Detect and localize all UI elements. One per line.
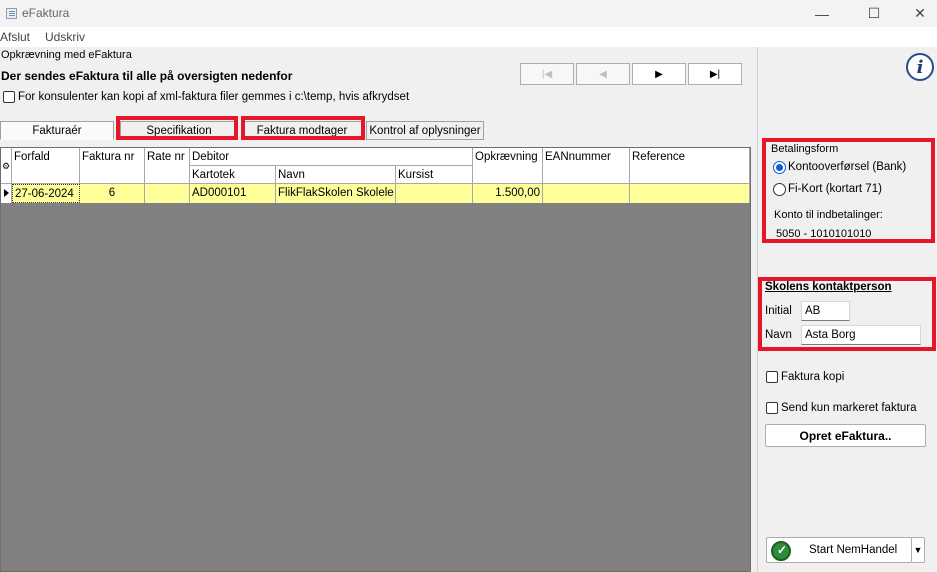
cell-opkraevning[interactable]: 1.500,00 <box>473 184 543 203</box>
radio-fi-kort-label: Fi-Kort (kortart 71) <box>788 183 882 195</box>
nav-next-button[interactable]: ▶ <box>632 63 686 85</box>
start-nemhandel-dropdown[interactable]: ▼ <box>911 537 925 563</box>
tab-kontrol-af-oplysninger[interactable]: Kontrol af oplysninger <box>366 121 484 140</box>
konto-value: 5050 - 1010101010 <box>776 228 872 240</box>
initial-field[interactable]: AB <box>801 301 850 321</box>
faktura-kopi-checkbox[interactable] <box>766 371 778 383</box>
col-faktura-nr[interactable]: Faktura nr <box>80 148 145 184</box>
cell-faktura-nr[interactable]: 6 <box>80 184 145 203</box>
tab-fakturaer[interactable]: Fakturaér <box>0 121 114 140</box>
col-rate-nr[interactable]: Rate nr <box>145 148 190 184</box>
navn-field[interactable]: Asta Borg <box>801 325 921 345</box>
col-reference[interactable]: Reference <box>630 148 750 184</box>
col-debitor: Debitor <box>190 148 473 166</box>
cell-kursist[interactable] <box>396 184 473 203</box>
consultant-copy-label: For konsulenter kan kopi af xml-faktura … <box>18 91 410 103</box>
cell-kartotek[interactable]: AD000101 <box>190 184 276 203</box>
start-nemhandel-button[interactable]: ✓ Start NemHandel <box>766 537 912 563</box>
navn-label: Navn <box>765 329 792 341</box>
checkmark-icon: ✓ <box>777 543 788 557</box>
cell-eannummer[interactable] <box>543 184 630 203</box>
col-kursist[interactable]: Kursist <box>396 166 473 184</box>
col-kartotek[interactable]: Kartotek <box>190 166 276 184</box>
group-caption: Opkrævning med eFaktura <box>1 49 132 61</box>
page-headline: Der sendes eFaktura til alle på oversigt… <box>1 69 293 83</box>
menu-afslut[interactable]: Afslut <box>0 30 30 44</box>
invoice-grid <box>0 147 751 572</box>
betalingsform-title: Betalingsform <box>771 143 839 155</box>
grid-corner[interactable]: ⚙ <box>1 148 12 184</box>
nav-prev-button[interactable]: ◀ <box>576 63 630 85</box>
title-bar <box>0 0 937 27</box>
faktura-kopi-label: Faktura kopi <box>781 371 845 383</box>
minimize-button[interactable]: — <box>799 0 845 27</box>
konto-label: Konto til indbetalinger: <box>774 209 883 221</box>
close-button[interactable]: ✕ <box>897 0 937 27</box>
opret-efaktura-button[interactable]: Opret eFaktura.. <box>765 424 926 447</box>
row-indicator-icon <box>1 184 12 203</box>
menu-udskriv[interactable]: Udskriv <box>45 30 85 44</box>
app-icon <box>6 8 17 19</box>
chevron-down-icon: ▼ <box>913 545 923 555</box>
nav-first-button[interactable]: |◀ <box>520 63 574 85</box>
cell-rate-nr[interactable] <box>145 184 190 203</box>
col-forfald[interactable]: Forfald <box>12 148 80 184</box>
col-opkraevning[interactable]: Opkrævning <box>473 148 543 184</box>
nav-last-button[interactable]: ▶| <box>688 63 742 85</box>
col-navn[interactable]: Navn <box>276 166 396 184</box>
cell-navn[interactable]: FlikFlakSkolen Skolele… <box>276 184 396 203</box>
menu-bar <box>0 27 937 47</box>
info-icon[interactable]: i <box>906 53 934 81</box>
initial-label: Initial <box>765 305 792 317</box>
send-markeret-label: Send kun markeret faktura <box>781 402 917 414</box>
window-title: eFaktura <box>22 6 70 20</box>
grid-settings-icon: ⚙ <box>2 161 11 171</box>
radio-fi-kort[interactable] <box>773 183 786 196</box>
col-eannummer[interactable]: EANnummer <box>543 148 630 184</box>
cell-reference[interactable] <box>630 184 750 203</box>
highlight-box-specifikation <box>116 116 238 140</box>
consultant-copy-checkbox[interactable] <box>3 91 15 103</box>
highlight-box-faktura-modtager <box>241 116 365 140</box>
radio-kontooverforsel[interactable] <box>773 161 786 174</box>
cell-forfald[interactable]: 27-06-2024 <box>12 184 80 203</box>
maximize-button[interactable]: ☐ <box>851 0 897 27</box>
send-markeret-checkbox[interactable] <box>766 402 778 414</box>
radio-kontooverforsel-label: Kontooverførsel (Bank) <box>788 161 907 173</box>
kontaktperson-title: Skolens kontaktperson <box>765 281 892 293</box>
start-nemhandel-label: Start NemHandel <box>809 544 898 556</box>
